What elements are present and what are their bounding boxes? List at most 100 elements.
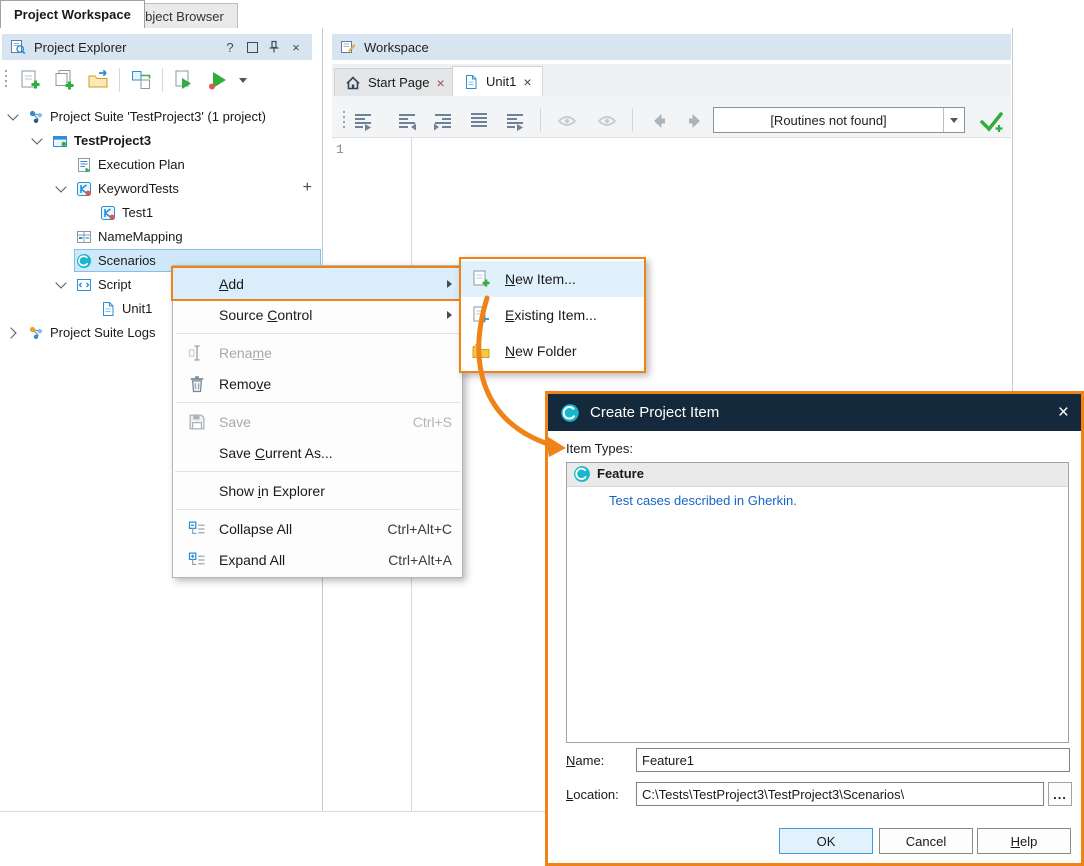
justify-icon [468,110,490,132]
project-explorer-header: Project Explorer ? × [2,34,312,60]
close-icon[interactable]: × [523,75,531,89]
organize-items-button[interactable] [124,65,158,95]
project-suite-logs-icon [28,325,44,341]
project-icon [52,133,68,149]
add-project-icon [52,68,76,92]
chevron-down-icon[interactable] [30,134,44,148]
tree-item-execution-plan[interactable]: Execution Plan [0,153,322,177]
menu-item-expand-all[interactable]: Expand All Ctrl+Alt+A [173,544,462,575]
cancel-button[interactable]: Cancel [879,828,973,854]
add-item-button[interactable] [13,65,47,95]
run-options-dropdown[interactable] [235,65,251,95]
tree-item-namemapping[interactable]: NameMapping [0,225,322,249]
menu-item-save[interactable]: Save Ctrl+S [173,406,462,437]
menu-item-save-current-as[interactable]: Save Current As... [173,437,462,468]
chevron-right-icon[interactable] [6,326,20,340]
line-number: 1 [336,142,344,157]
name-input[interactable] [636,748,1070,772]
menu-item-remove[interactable]: Remove [173,368,462,399]
name-label: Name: [566,753,604,768]
chevron-down-icon[interactable] [54,182,68,196]
menu-item-collapse-all[interactable]: Collapse All Ctrl+Alt+C [173,513,462,544]
check-syntax-button[interactable] [974,108,1008,134]
comment-icon [504,110,526,132]
ok-button[interactable]: OK [779,828,873,854]
submenu-item-existing-item[interactable]: Existing Item... [461,297,644,333]
feature-item-header[interactable]: Feature [567,463,1068,487]
browse-button[interactable]: ... [1048,782,1072,806]
tab-start-page[interactable]: Start Page × [334,68,456,96]
close-icon[interactable]: × [1058,403,1069,422]
toolbar-separator [119,68,120,92]
format-code-icon [352,110,374,132]
add-child-button[interactable]: + [303,179,312,197]
toolbar-drag-handle[interactable] [343,111,345,131]
feature-name: Feature [597,466,644,481]
menu-item-source-control[interactable]: Source Control [173,299,462,330]
unit-icon [100,301,116,317]
run-suite-icon [206,68,230,92]
menu-item-add[interactable]: Add [173,268,462,299]
watch-expression-button[interactable] [552,108,582,134]
add-project-button[interactable] [47,65,81,95]
toolbar-separator [540,108,541,132]
close-icon[interactable]: × [436,76,444,90]
preview-button[interactable] [592,108,622,134]
chevron-down-icon[interactable] [6,110,20,124]
keywordtests-icon [76,181,92,197]
feature-description[interactable]: Test cases described in Gherkin. [609,493,797,508]
navigate-forward-button[interactable] [680,108,710,134]
create-project-item-dialog: Create Project Item × Item Types: Featur… [545,391,1084,866]
menu-icon-spacer [187,443,207,463]
submenu-arrow-icon [447,280,452,288]
help-icon[interactable]: ? [222,39,238,55]
back-arrow-icon [648,110,670,132]
toolbar-drag-handle[interactable] [5,70,7,90]
dialog-titlebar[interactable]: Create Project Item × [548,394,1081,431]
submenu-arrow-icon [447,311,452,319]
tab-unit1[interactable]: Unit1 × [452,66,543,96]
menu-item-show-in-explorer[interactable]: Show in Explorer [173,475,462,506]
outdent-icon [396,110,418,132]
tree-item-testproject3[interactable]: TestProject3 [0,129,322,153]
new-item-icon [471,269,491,289]
tree-item-keywordtests[interactable]: KeywordTests + [0,177,322,201]
location-input[interactable] [636,782,1044,806]
pin-icon[interactable] [266,39,282,55]
chevron-down-icon[interactable] [54,278,68,292]
open-item-button[interactable] [81,65,115,95]
project-explorer-toolbar [0,62,322,98]
comment-button[interactable] [500,108,530,134]
check-syntax-icon [978,108,1004,134]
routines-dropdown[interactable]: [Routines not found] [713,107,965,133]
close-icon[interactable]: × [288,39,304,55]
open-item-icon [86,68,110,92]
project-explorer-icon [10,39,26,55]
menu-item-rename[interactable]: Rename [173,337,462,368]
tree-item-test1[interactable]: Test1 [0,201,322,225]
item-types-list[interactable]: Feature Test cases described in Gherkin. [566,462,1069,743]
run-project-button[interactable] [167,65,201,95]
justify-button[interactable] [464,108,494,134]
organize-items-icon [129,68,153,92]
script-icon [76,277,92,293]
outdent-button[interactable] [392,108,422,134]
execution-plan-icon [76,157,92,173]
menu-icon-spacer [187,274,207,294]
help-button[interactable]: Help [977,828,1071,854]
panel-title: Project Explorer [34,40,126,55]
format-code-button[interactable] [348,108,378,134]
menu-separator [175,402,460,403]
run-suite-button[interactable] [201,65,235,95]
tab-project-workspace[interactable]: Project Workspace [0,0,145,28]
forward-arrow-icon [684,110,706,132]
tree-item-project-suite[interactable]: Project Suite 'TestProject3' (1 project) [0,105,322,129]
float-window-icon[interactable] [244,39,260,55]
navigate-back-button[interactable] [644,108,674,134]
indent-button[interactable] [428,108,458,134]
submenu-item-new-item[interactable]: New Item... [461,261,644,297]
menu-separator [175,471,460,472]
submenu-item-new-folder[interactable]: New Folder [461,333,644,369]
menu-icon-spacer [187,305,207,325]
add-item-icon [18,68,42,92]
